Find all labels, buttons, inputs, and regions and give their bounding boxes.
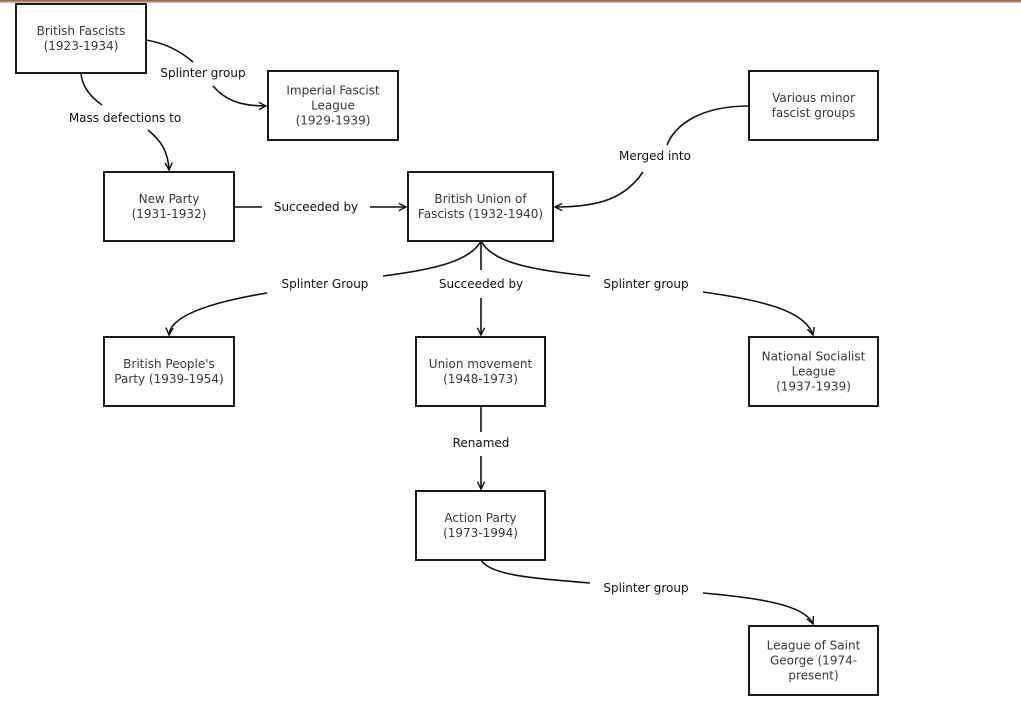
node-label-line: British Union of <box>434 192 527 206</box>
connector-line <box>480 240 591 277</box>
node-league-saint-george: League of SaintGeorge (1974-present) <box>748 625 879 696</box>
node-new-party: New Party(1931-1932) <box>103 171 235 242</box>
node-label-line: Imperial Fascist <box>286 84 380 98</box>
connector-line <box>145 39 194 63</box>
node-imperial-fascist-league: Imperial FascistLeague(1929-1939) <box>267 70 399 141</box>
edge-label: Succeeded by <box>439 277 523 291</box>
node-action-party: Action Party(1973-1994) <box>415 490 546 561</box>
connector-line <box>480 559 591 584</box>
edge-label: Splinter Group <box>282 277 369 291</box>
node-national-socialist-league: National SocialistLeague(1937-1939) <box>748 336 879 407</box>
edge-label: Splinter group <box>603 581 688 595</box>
node-label-line: (1923-1934) <box>44 39 119 53</box>
connector-line <box>666 105 750 146</box>
edge-label: Merged into <box>619 149 691 163</box>
node-label-line: National Socialist <box>762 350 866 364</box>
edge-label: Renamed <box>453 436 510 450</box>
node-buf: British Union ofFascists (1932-1940) <box>407 171 554 242</box>
node-label-line: (1973-1994) <box>443 526 518 540</box>
edge-label: Splinter group <box>603 277 688 291</box>
node-british-peoples-party: British People'sParty (1939-1954) <box>103 336 235 407</box>
arrow-connector <box>169 292 268 335</box>
node-label-line: League <box>311 99 355 113</box>
node-label-line: fascist groups <box>772 106 856 120</box>
node-label-line: Union movement <box>429 357 533 371</box>
node-label-line: (1929-1939) <box>296 114 371 128</box>
connector-line <box>382 240 482 277</box>
node-label-line: (1948-1973) <box>443 372 518 386</box>
node-various-minor: Various minorfascist groups <box>748 70 879 141</box>
node-label-line: (1931-1932) <box>132 207 207 221</box>
node-label-line: Action Party <box>444 511 516 525</box>
node-label-line: New Party <box>139 192 200 206</box>
edge-label: Mass defections to <box>69 111 181 125</box>
node-label-line: Various minor <box>772 91 855 105</box>
edge-label: Splinter group <box>160 66 245 80</box>
node-label-line: Fascists (1932-1940) <box>418 207 543 221</box>
arrow-connector <box>212 85 266 106</box>
arrow-connector <box>147 129 169 170</box>
node-label-line: Party (1939-1954) <box>114 372 223 386</box>
node-british-fascists: British Fascists(1923-1934) <box>15 3 147 74</box>
arrow-connector <box>702 592 813 624</box>
node-label-line: (1937-1939) <box>776 380 851 394</box>
arrow-connector <box>555 171 644 207</box>
node-label-line: British People's <box>123 357 215 371</box>
connector-line <box>80 72 103 106</box>
node-label-line: League <box>792 365 836 379</box>
node-union-movement: Union movement(1948-1973) <box>415 336 546 407</box>
organization-lineage-diagram: British Fascists(1923-1934) Imperial Fasc… <box>15 3 879 696</box>
node-label-line: present) <box>788 669 838 683</box>
node-label-line: League of Saint <box>767 639 861 653</box>
node-label-line: British Fascists <box>37 24 126 38</box>
arrow-connector <box>702 291 813 335</box>
node-label-line: George (1974- <box>770 654 857 668</box>
edge-label: Succeeded by <box>274 200 358 214</box>
